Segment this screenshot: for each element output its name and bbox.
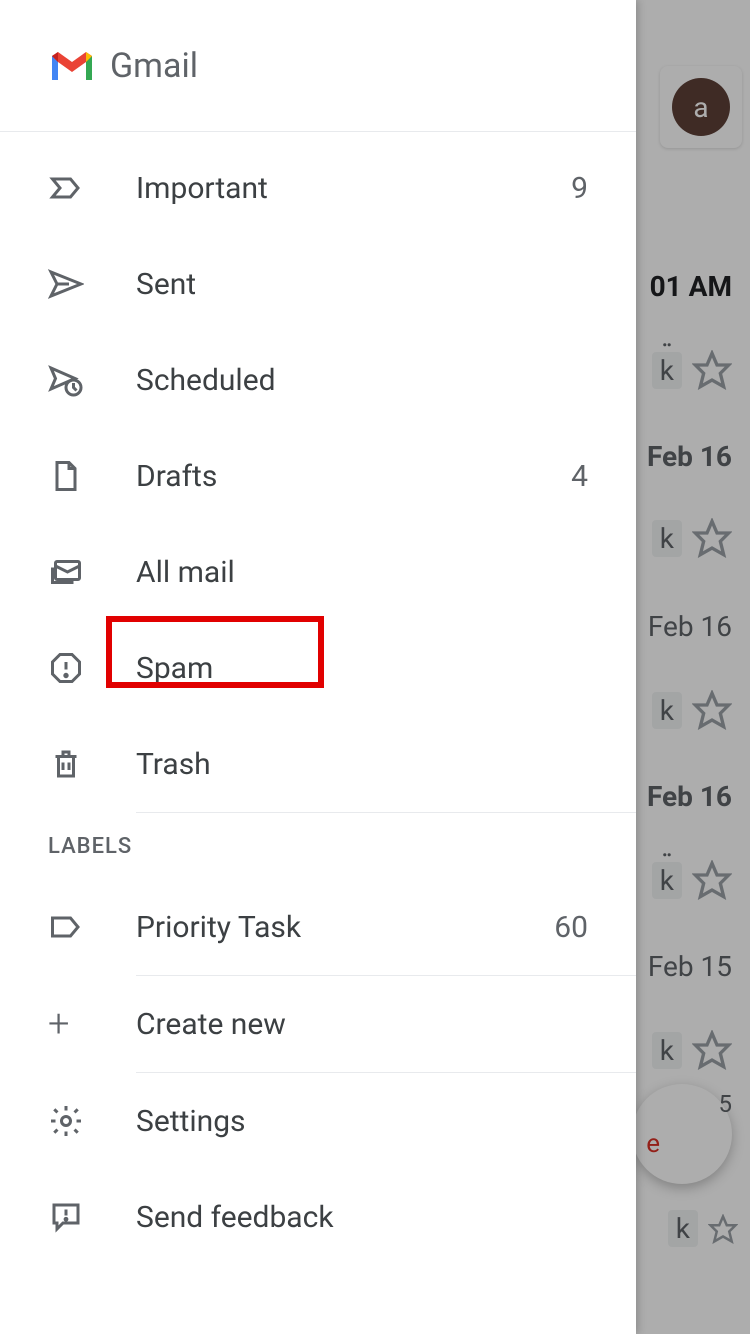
- nav-label: Settings: [136, 1104, 588, 1139]
- drafts-icon: [48, 458, 136, 494]
- spam-icon: [48, 650, 136, 686]
- gear-icon: [48, 1103, 136, 1139]
- nav-item-sent[interactable]: Sent: [0, 236, 636, 332]
- nav-item-trash[interactable]: Trash: [0, 716, 636, 812]
- nav-count: 60: [554, 910, 588, 945]
- sent-icon: [48, 266, 136, 302]
- nav-item-scheduled[interactable]: Scheduled: [0, 332, 636, 428]
- labels-header: LABELS: [0, 813, 636, 879]
- nav-item-settings[interactable]: Settings: [0, 1073, 636, 1169]
- gmail-m-icon: [48, 48, 96, 84]
- nav-count: 4: [571, 459, 588, 494]
- label-icon: [48, 909, 136, 945]
- drawer-header: Gmail: [0, 0, 636, 132]
- all-mail-icon: [48, 554, 136, 590]
- nav-label: Sent: [136, 267, 588, 302]
- nav-item-important[interactable]: Important 9: [0, 140, 636, 236]
- nav-label: Create new: [136, 1007, 588, 1042]
- nav-item-label-priority-task[interactable]: Priority Task 60: [0, 879, 636, 975]
- nav-label: Important: [136, 171, 571, 206]
- nav-label: Send feedback: [136, 1200, 588, 1235]
- nav-item-drafts[interactable]: Drafts 4: [0, 428, 636, 524]
- important-icon: [48, 170, 136, 206]
- trash-icon: [48, 746, 136, 782]
- nav-label: Spam: [136, 651, 588, 686]
- nav-label: Drafts: [136, 459, 571, 494]
- nav-label: Trash: [136, 747, 588, 782]
- nav-item-send-feedback[interactable]: Send feedback: [0, 1169, 636, 1265]
- plus-icon: +: [48, 1005, 136, 1043]
- nav-label: All mail: [136, 555, 588, 590]
- nav-label: Priority Task: [136, 910, 554, 945]
- nav-item-all-mail[interactable]: All mail: [0, 524, 636, 620]
- navigation-drawer: Gmail Important 9 Sent Scheduled: [0, 0, 636, 1334]
- drawer-scrim[interactable]: [636, 0, 750, 1334]
- gmail-logo: Gmail: [48, 46, 198, 86]
- scheduled-icon: [48, 362, 136, 398]
- feedback-icon: [48, 1199, 136, 1235]
- nav-label: Scheduled: [136, 363, 588, 398]
- nav-item-spam[interactable]: Spam: [0, 620, 636, 716]
- nav-item-create-new[interactable]: + Create new: [0, 976, 636, 1072]
- app-name: Gmail: [110, 46, 198, 86]
- nav-count: 9: [571, 171, 588, 206]
